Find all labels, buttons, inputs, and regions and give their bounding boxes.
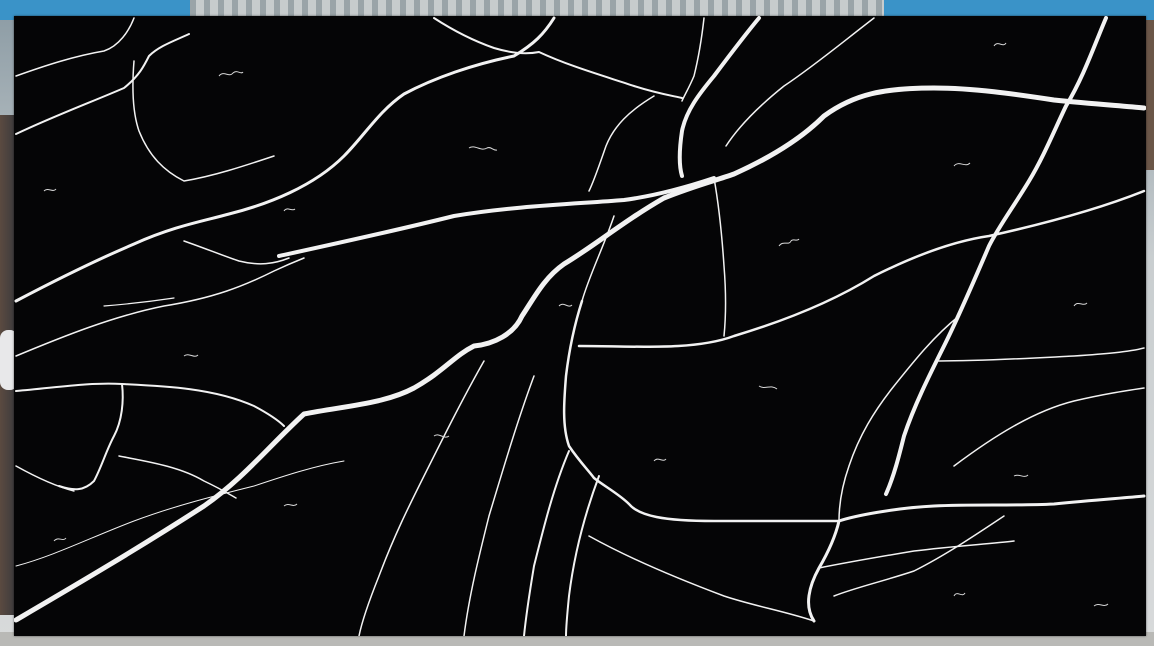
vein-major-2 [14, 16, 556, 303]
speck-1 [218, 71, 244, 77]
black-marble-slab [14, 16, 1146, 636]
vein-bottom-curve [588, 535, 815, 622]
speck-14 [953, 162, 971, 167]
vein-right-mid-1 [938, 347, 1145, 362]
vein-major-3 [277, 176, 716, 258]
vein-mid-right [577, 189, 1146, 349]
vein-lower-left-fan-2 [463, 375, 535, 636]
vein-top-5 [681, 17, 705, 102]
vein-mid-left-3 [103, 297, 175, 307]
vein-mid-left [15, 257, 305, 357]
photo-scene [0, 0, 1154, 646]
vein-left-upper-3 [15, 17, 135, 77]
speck-4 [778, 238, 800, 247]
speck-2 [468, 146, 498, 151]
speck-11 [283, 503, 298, 507]
vein-left-upper-2 [132, 60, 275, 182]
speck-6 [1073, 302, 1088, 307]
white-veins [14, 16, 1146, 636]
speck-9 [653, 458, 667, 462]
vein-center-upper-thin-2 [581, 215, 615, 302]
vein-center-upper-thin [713, 177, 727, 337]
vein-top-2 [677, 16, 761, 178]
vein-bottom-right [818, 540, 1015, 569]
vein-left-upper [15, 33, 190, 135]
speck-3 [283, 208, 296, 212]
speck-10 [1013, 474, 1029, 477]
vein-top-4 [725, 17, 875, 147]
vein-lower-center-2 [565, 475, 600, 636]
vein-left-center-long [15, 460, 345, 567]
vein-lower-center [523, 450, 570, 636]
speck-17 [183, 354, 199, 357]
vein-mid-left-2 [183, 240, 290, 265]
vein-center-vertical [562, 299, 841, 523]
speck-12 [953, 592, 966, 597]
vein-top-3 [588, 95, 655, 192]
speck-7 [758, 385, 778, 390]
speck-18 [43, 188, 57, 192]
speck-5 [558, 303, 573, 307]
vein-left-1 [15, 382, 285, 427]
speck-15 [993, 42, 1007, 47]
vein-left-2 [58, 383, 124, 491]
vein-major-5 [807, 494, 1146, 623]
vein-left-3 [118, 455, 237, 499]
vein-top-1 [433, 17, 683, 99]
speck-13 [53, 537, 67, 542]
vein-right-center-down [838, 315, 960, 522]
speck-16 [1093, 603, 1109, 607]
vein-right-low [833, 515, 1005, 597]
vein-right-mid-2 [953, 387, 1145, 467]
speck-8 [433, 434, 450, 438]
